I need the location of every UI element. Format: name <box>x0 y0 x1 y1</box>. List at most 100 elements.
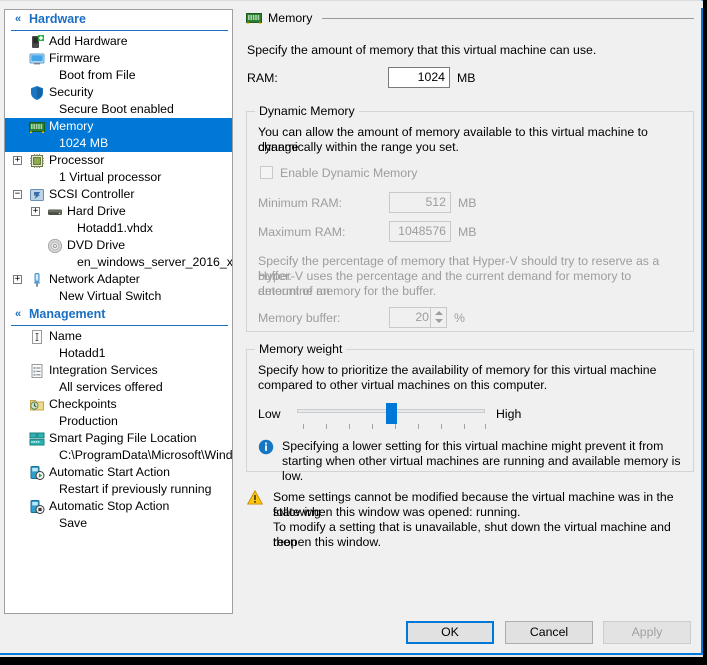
slider-thumb[interactable] <box>386 403 397 424</box>
sidebar-item-dvd-drive[interactable]: DVD Drive en_windows_server_2016_x6… <box>5 237 232 271</box>
sidebar-item-label: Processor <box>49 153 105 167</box>
warning-line2: state when this window was opened: runni… <box>273 505 521 519</box>
slider-tick <box>303 424 304 429</box>
automatic-stop-icon <box>29 499 45 515</box>
memory-weight-info-line1: Specifying a lower setting for this virt… <box>282 439 664 453</box>
scsi-controller-icon <box>29 187 45 203</box>
memory-group-title: Memory <box>268 11 313 25</box>
expand-icon[interactable]: + <box>13 275 22 284</box>
maximum-ram-label: Maximum RAM: <box>258 225 346 239</box>
sidebar-item-security[interactable]: Security Secure Boot enabled <box>5 84 232 118</box>
buffer-desc-line3: amount of memory for the buffer. <box>258 284 437 298</box>
minimum-ram-input[interactable]: 512 <box>389 192 451 213</box>
slider-tick <box>441 424 442 429</box>
sidebar-item-label: Checkpoints <box>49 397 117 411</box>
sidebar-item-automatic-stop-action[interactable]: Automatic Stop Action Save <box>5 498 232 532</box>
collapse-icon[interactable]: − <box>13 190 22 199</box>
sidebar-item-add-hardware[interactable]: Add Hardware <box>5 33 232 50</box>
sidebar-item-checkpoints[interactable]: Checkpoints Production <box>5 396 232 430</box>
sidebar-item-name[interactable]: Name Hotadd1 <box>5 328 232 362</box>
sidebar-section-divider <box>11 30 228 31</box>
ram-input[interactable]: 1024 <box>388 67 450 88</box>
sidebar-item-label: SCSI Controller <box>49 187 135 201</box>
smart-paging-icon <box>29 431 45 447</box>
sidebar-item-sublabel: 1 Virtual processor <box>59 170 162 184</box>
sidebar-item-label: Memory <box>49 119 94 133</box>
name-icon <box>29 329 45 345</box>
sidebar-item-integration-services[interactable]: Integration Services All services offered <box>5 362 232 396</box>
sidebar-item-automatic-start-action[interactable]: Automatic Start Action Restart if previou… <box>5 464 232 498</box>
memory-buffer-label: Memory buffer: <box>258 311 341 325</box>
integration-services-icon <box>29 363 45 379</box>
memory-icon <box>246 12 262 24</box>
expand-icon[interactable]: + <box>13 156 22 165</box>
sidebar-item-sublabel: 1024 MB <box>59 136 109 150</box>
screen: « Hardware Add Hardware Firmware Boot from F… <box>0 0 707 665</box>
processor-icon <box>29 153 45 169</box>
slider-low-label: Low <box>258 407 281 421</box>
dynamic-memory-legend: Dynamic Memory <box>255 104 359 118</box>
memory-group-header: Memory <box>246 9 696 29</box>
slider-tick <box>349 424 350 429</box>
warning-icon <box>246 489 264 510</box>
maximum-ram-input[interactable]: 1048576 <box>389 221 451 242</box>
memory-weight-desc-line2: compared to other virtual machines on th… <box>258 378 548 392</box>
sidebar-item-network-adapter[interactable]: + Network Adapter New Virtual Switch <box>5 271 232 305</box>
slider-tick <box>418 424 419 429</box>
sidebar-item-sublabel: Save <box>59 516 88 530</box>
sidebar-item-memory[interactable]: Memory 1024 MB <box>5 118 232 152</box>
enable-dynamic-memory-checkbox[interactable] <box>260 166 273 179</box>
memory-weight-slider[interactable] <box>297 400 487 430</box>
group-header-rule <box>322 18 694 19</box>
sidebar-item-sublabel: Hotadd1 <box>59 346 106 360</box>
settings-navigation-pane[interactable]: « Hardware Add Hardware Firmware Boot from F… <box>4 9 233 614</box>
sidebar-item-sublabel: Production <box>59 414 118 428</box>
slider-tick <box>372 424 373 429</box>
memory-weight-info-line2: starting when other virtual machines are… <box>282 454 681 483</box>
sidebar-item-label: Network Adapter <box>49 272 140 286</box>
sidebar-item-sublabel: Secure Boot enabled <box>59 102 174 116</box>
enable-dynamic-memory-label: Enable Dynamic Memory <box>280 166 418 180</box>
memory-buffer-spinner[interactable] <box>430 307 446 328</box>
slider-high-label: High <box>496 407 522 421</box>
sidebar-item-firmware[interactable]: Firmware Boot from File <box>5 50 232 84</box>
maximum-ram-unit-label: MB <box>458 225 477 239</box>
sidebar-item-sublabel: New Virtual Switch <box>59 289 162 303</box>
warning-line4: reopen this window. <box>273 535 382 549</box>
window-top-strip <box>0 1 703 8</box>
cancel-button[interactable]: Cancel <box>505 621 593 644</box>
sidebar-item-label: Automatic Start Action <box>49 465 170 479</box>
spinner-up-icon[interactable] <box>435 311 443 315</box>
sidebar-item-processor[interactable]: + Processor 1 Virtual processor <box>5 152 232 186</box>
sidebar-section-title: Hardware <box>29 12 86 26</box>
memory-weight-legend: Memory weight <box>255 342 347 356</box>
dynamic-memory-desc-line2: dynamically within the range you set. <box>258 140 459 154</box>
sidebar-item-scsi-controller[interactable]: − SCSI Controller <box>5 186 232 203</box>
vm-settings-window: « Hardware Add Hardware Firmware Boot from F… <box>0 0 703 655</box>
settings-content-pane: Memory Specify the amount of memory that… <box>238 9 699 614</box>
dynamic-memory-groupbox: Dynamic Memory You can allow the amount … <box>246 104 694 332</box>
sidebar-section-header-hardware[interactable]: « Hardware <box>5 10 232 29</box>
spinner-down-icon[interactable] <box>435 319 443 323</box>
sidebar-section-divider <box>11 325 228 326</box>
expand-icon[interactable]: + <box>31 207 40 216</box>
sidebar-item-label: Security <box>49 85 94 99</box>
sidebar-item-label: Integration Services <box>49 363 158 377</box>
sidebar-item-sublabel: Boot from File <box>59 68 136 82</box>
minimum-ram-unit-label: MB <box>458 196 477 210</box>
ram-label: RAM: <box>247 71 278 85</box>
sidebar-item-sublabel: C:\ProgramData\Microsoft\Windo… <box>59 448 233 462</box>
sidebar-item-label: DVD Drive <box>67 238 126 252</box>
security-icon <box>29 85 45 101</box>
ok-button[interactable]: OK <box>406 621 494 644</box>
sidebar-section-header-management[interactable]: « Management <box>5 305 232 324</box>
sidebar-item-label: Hard Drive <box>67 204 126 218</box>
sidebar-item-smart-paging-file-location[interactable]: Smart Paging File Location C:\ProgramData… <box>5 430 232 464</box>
sidebar-item-label: Name <box>49 329 82 343</box>
sidebar-item-hard-drive[interactable]: + Hard Drive Hotadd1.vhdx <box>5 203 232 237</box>
apply-button[interactable]: Apply <box>603 621 691 644</box>
chevron-up-icon[interactable]: « <box>11 307 25 321</box>
sidebar-item-label: Firmware <box>49 51 101 65</box>
chevron-up-icon[interactable]: « <box>11 12 25 26</box>
memory-icon <box>29 119 45 135</box>
